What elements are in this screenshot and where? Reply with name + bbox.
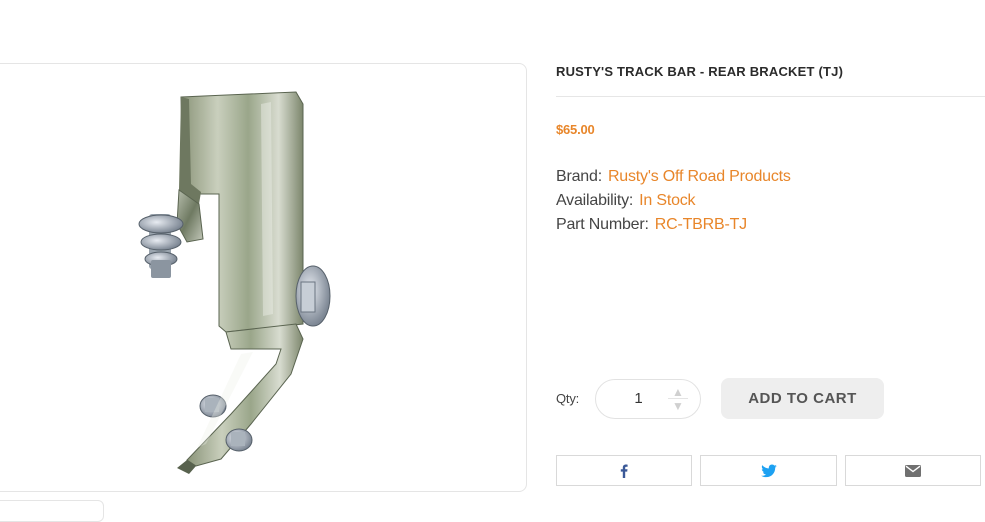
qty-label: Qty: xyxy=(556,391,580,406)
part-number-value: RC-TBRB-TJ xyxy=(654,216,747,233)
availability-value: In Stock xyxy=(639,192,696,209)
quantity-input[interactable] xyxy=(614,389,663,408)
brand-link[interactable]: Rusty's Off Road Products xyxy=(608,168,791,185)
spec-label: Brand: xyxy=(556,168,602,185)
product-image-frame[interactable] xyxy=(0,63,527,492)
share-twitter-button[interactable] xyxy=(700,455,837,486)
share-email-button[interactable] xyxy=(845,455,981,486)
share-facebook-button[interactable] xyxy=(556,455,692,486)
decrement-icon[interactable]: ▼ xyxy=(666,400,690,412)
add-to-cart-button[interactable]: ADD TO CART xyxy=(721,378,884,419)
product-title: RUSTY'S TRACK BAR - REAR BRACKET (TJ) xyxy=(556,64,844,79)
product-image[interactable] xyxy=(0,64,526,491)
product-price: $65.00 xyxy=(556,122,595,137)
increment-icon[interactable]: ▲ xyxy=(666,386,690,398)
spec-part-number: Part Number: RC-TBRB-TJ xyxy=(556,213,791,237)
thumbnail-strip[interactable] xyxy=(0,500,104,522)
title-divider xyxy=(556,96,985,97)
quantity-stepper-controls: ▲ ▼ xyxy=(666,386,690,412)
spec-label: Availability: xyxy=(556,192,634,209)
twitter-icon xyxy=(760,464,777,477)
spec-brand: Brand: Rusty's Off Road Products xyxy=(556,165,791,189)
facebook-icon xyxy=(620,464,628,478)
spec-label: Part Number: xyxy=(556,216,649,233)
quantity-stepper: ▲ ▼ xyxy=(595,379,701,419)
email-icon xyxy=(905,464,921,477)
product-specs: Brand: Rusty's Off Road Products Availabi… xyxy=(556,165,791,237)
spec-availability: Availability: In Stock xyxy=(556,189,791,213)
